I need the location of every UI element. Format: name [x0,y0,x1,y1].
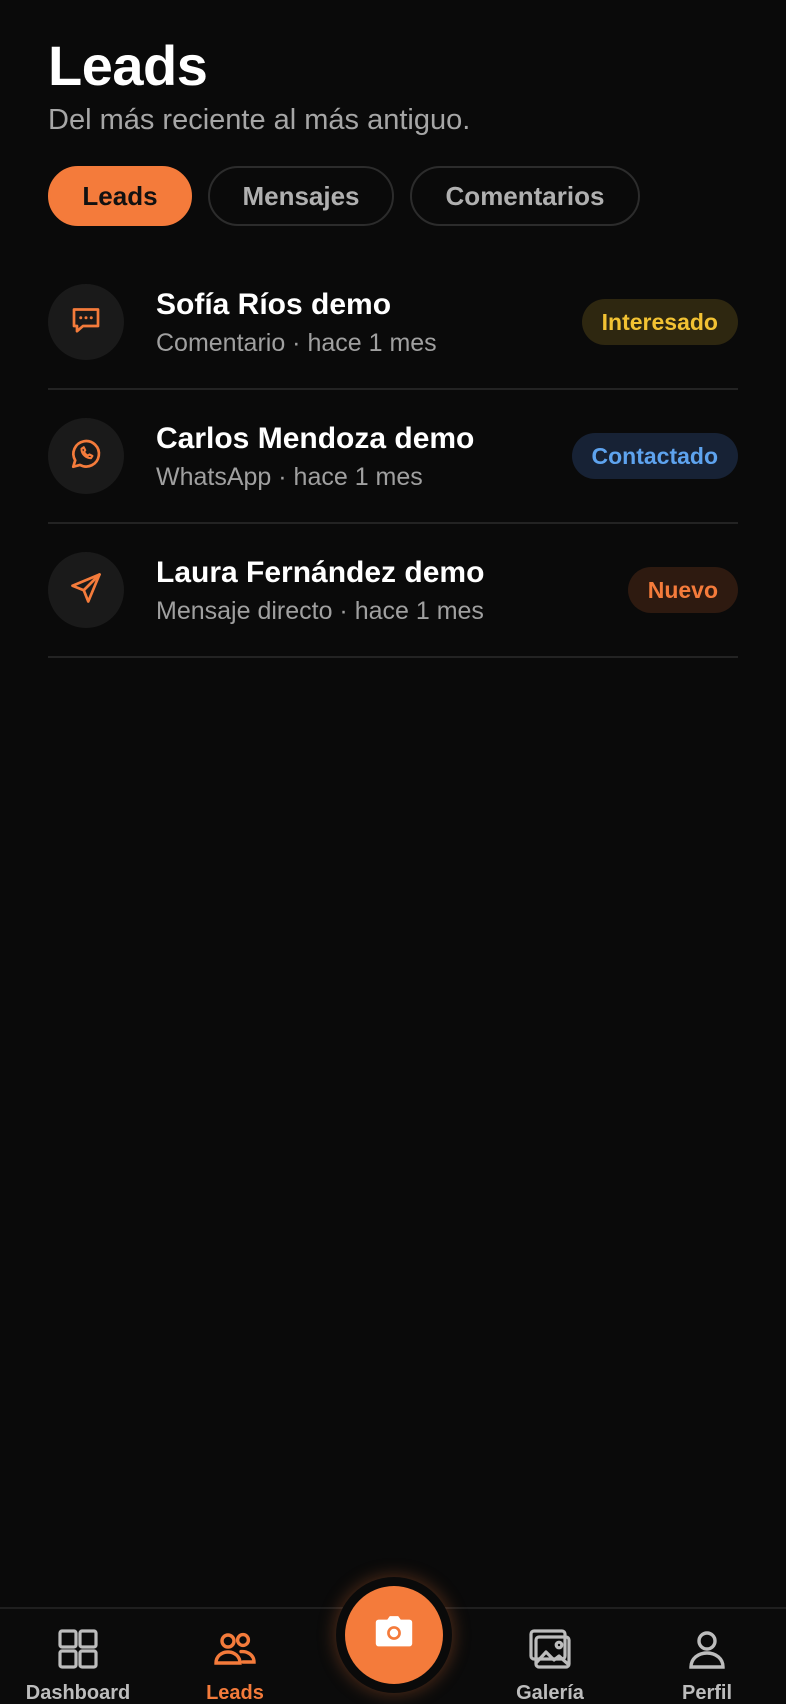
lead-meta: Comentario · hace 1 mes [156,328,437,357]
lead-row[interactable]: Carlos Mendoza demo WhatsApp · hace 1 me… [48,390,738,524]
tab-comentarios[interactable]: Comentarios [410,166,640,226]
leads-screen: Leads Del más reciente al más antiguo. L… [0,0,786,1704]
lead-info: Laura Fernández demo Mensaje directo · h… [156,555,628,626]
lead-info: Sofía Ríos demo Comentario · hace 1 mes [156,287,582,358]
users-icon [211,1625,259,1678]
status-badge: Contactado [571,433,738,479]
status-badge: Interesado [581,299,738,345]
camera-button[interactable] [345,1586,443,1684]
camera-icon [371,1610,417,1661]
lead-info: Carlos Mendoza demo WhatsApp · hace 1 me… [156,421,572,492]
gallery-icon [526,1625,574,1678]
nav-label: Perfil [681,1682,733,1704]
lead-row[interactable]: Laura Fernández demo Mensaje directo · h… [48,524,738,658]
user-icon [683,1625,731,1678]
send-icon [68,570,104,611]
page-subtitle: Del más reciente al más antiguo. [48,104,471,136]
lead-avatar [48,552,124,628]
nav-label: Galería [516,1682,584,1704]
nav-leads[interactable]: Leads [170,1625,300,1704]
page-header: Leads Del más reciente al más antiguo. [48,34,738,137]
filter-tabs: Leads Mensajes Comentarios [48,166,640,226]
lead-name: Sofía Ríos demo [156,287,392,321]
lead-meta: WhatsApp · hace 1 mes [156,462,423,491]
nav-label: Leads [206,1682,264,1704]
nav-gallery[interactable]: Galería [485,1625,615,1704]
nav-label: Dashboard [25,1682,131,1704]
lead-avatar [48,284,124,360]
status-badge: Nuevo [627,567,738,613]
page-title: Leads [48,34,208,97]
lead-avatar [48,418,124,494]
lead-name: Carlos Mendoza demo [156,421,475,455]
comment-icon [68,302,104,343]
lead-row[interactable]: Sofía Ríos demo Comentario · hace 1 mes … [48,256,738,390]
nav-dashboard[interactable]: Dashboard [13,1625,143,1704]
leads-list: Sofía Ríos demo Comentario · hace 1 mes … [48,256,738,658]
tab-leads[interactable]: Leads [48,166,192,226]
lead-name: Laura Fernández demo [156,555,485,589]
whatsapp-icon [68,436,104,477]
lead-meta: Mensaje directo · hace 1 mes [156,596,484,625]
tab-mensajes[interactable]: Mensajes [208,166,394,226]
camera-button-wrapper [336,1577,452,1693]
grid-icon [54,1625,102,1678]
nav-profile[interactable]: Perfil [642,1625,772,1704]
